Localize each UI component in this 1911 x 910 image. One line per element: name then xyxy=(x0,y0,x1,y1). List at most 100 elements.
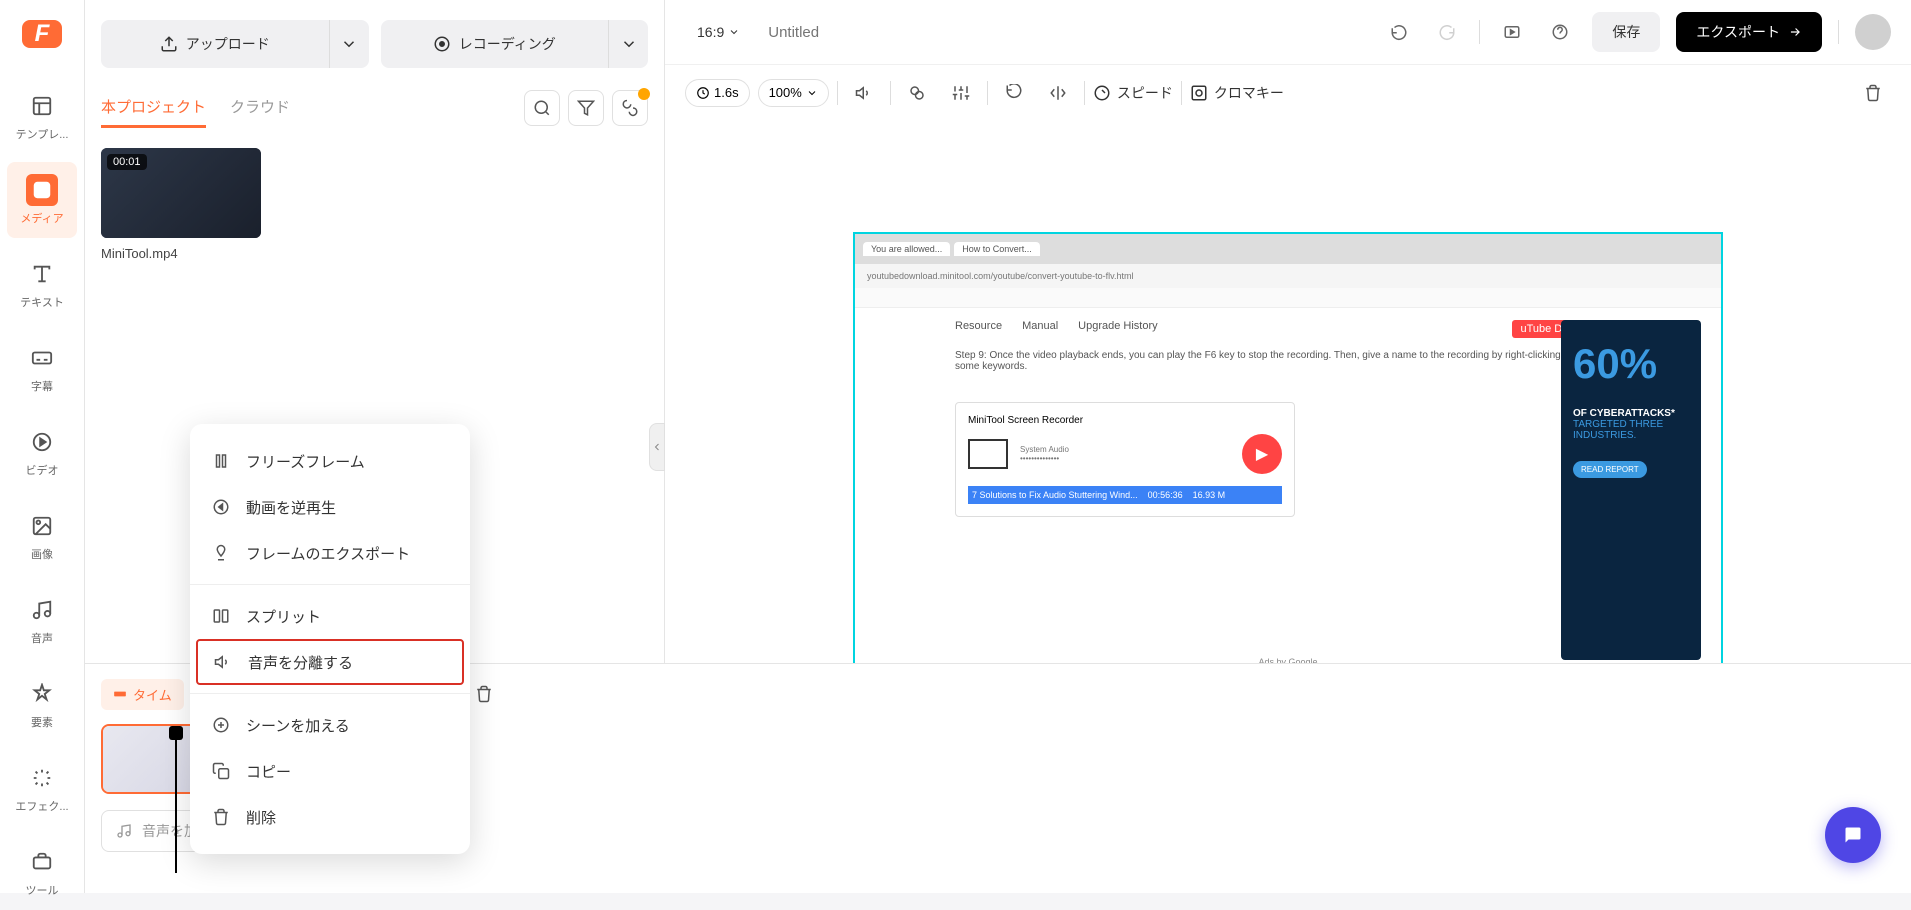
tab-cloud[interactable]: クラウド xyxy=(230,88,290,128)
nav-effects[interactable]: エフェク... xyxy=(7,750,77,826)
playhead[interactable] xyxy=(175,734,177,873)
undo-button[interactable] xyxy=(1383,16,1415,48)
duration-badge: 00:01 xyxy=(107,154,147,170)
freeze-frame-icon xyxy=(210,450,232,472)
copy-icon xyxy=(210,760,232,782)
bg-remove-button[interactable] xyxy=(612,90,648,126)
chromakey-button[interactable]: クロマキー xyxy=(1190,83,1284,103)
record-button[interactable]: レコーディング xyxy=(381,20,649,68)
rotate-button[interactable] xyxy=(996,75,1032,111)
divider xyxy=(987,81,988,105)
record-chevron[interactable] xyxy=(608,20,648,68)
color-button[interactable] xyxy=(899,75,935,111)
nav-template[interactable]: テンプレ... xyxy=(7,78,77,154)
redo-button[interactable] xyxy=(1431,16,1463,48)
volume-button[interactable] xyxy=(846,75,882,111)
nav-label: メディア xyxy=(15,210,69,226)
media-filename: MiniTool.mp4 xyxy=(101,246,261,261)
chevron-down-icon xyxy=(806,84,818,102)
adjust-button[interactable] xyxy=(943,75,979,111)
help-icon xyxy=(1551,23,1569,41)
collapse-panel-button[interactable] xyxy=(649,423,665,471)
menu-split[interactable]: スプリット xyxy=(190,593,470,639)
left-sidebar: F テンプレ... メディア テキスト 字幕 ビデオ 画像 音声 xyxy=(0,0,85,893)
speed-icon xyxy=(1093,84,1111,102)
nav-elements[interactable]: 要素 xyxy=(7,666,77,742)
menu-label: スプリット xyxy=(246,606,321,627)
timeline-icon xyxy=(113,685,127,703)
menu-separate-audio[interactable]: 音声を分離する xyxy=(196,639,464,685)
clip-duration-chip[interactable]: 1.6s xyxy=(685,79,750,107)
split-icon xyxy=(210,605,232,627)
nav-text[interactable]: テキスト xyxy=(7,246,77,322)
tab-project[interactable]: 本プロジェクト xyxy=(101,88,206,128)
speed-label: スピード xyxy=(1117,83,1173,103)
undo-icon xyxy=(1390,23,1408,41)
preview-mode-button[interactable] xyxy=(1496,16,1528,48)
trash-icon xyxy=(1864,84,1882,102)
menu-reverse-video[interactable]: 動画を逆再生 xyxy=(190,484,470,530)
aspect-ratio-button[interactable]: 16:9 xyxy=(685,17,752,47)
reverse-icon xyxy=(210,496,232,518)
flip-icon xyxy=(1049,84,1067,102)
timeline-delete-button[interactable] xyxy=(466,676,502,712)
nav-media[interactable]: メディア xyxy=(7,162,77,238)
playhead-handle[interactable] xyxy=(169,726,183,740)
menu-label: シーンを加える xyxy=(246,715,350,736)
save-button[interactable]: 保存 xyxy=(1592,12,1660,52)
nav-audio[interactable]: 音声 xyxy=(7,582,77,658)
search-button[interactable] xyxy=(524,90,560,126)
timeline-label: タイム xyxy=(133,685,172,704)
media-item[interactable]: 00:01 MiniTool.mp4 xyxy=(101,148,261,261)
circles-icon xyxy=(908,84,926,102)
media-icon xyxy=(26,174,58,206)
menu-label: フリーズフレーム xyxy=(246,451,365,472)
user-avatar[interactable] xyxy=(1855,14,1891,50)
nav-label: 字幕 xyxy=(15,378,69,394)
menu-freeze-frame[interactable]: フリーズフレーム xyxy=(190,438,470,484)
volume-icon xyxy=(855,84,873,102)
speed-button[interactable]: スピード xyxy=(1093,83,1173,103)
zoom-chip[interactable]: 100% xyxy=(758,79,829,107)
divider xyxy=(890,81,891,105)
upload-button[interactable]: アップロード xyxy=(101,20,369,68)
nav-label: エフェク... xyxy=(15,798,69,814)
music-icon xyxy=(116,822,132,840)
menu-export-frame[interactable]: フレームのエクスポート xyxy=(190,530,470,576)
preview-frame: You are allowed... How to Convert... you… xyxy=(853,232,1723,722)
chat-fab-button[interactable] xyxy=(1825,807,1881,863)
menu-copy[interactable]: コピー xyxy=(190,748,470,794)
nav-image[interactable]: 画像 xyxy=(7,498,77,574)
recorder-window: MiniTool Screen Recorder System Audio•••… xyxy=(955,402,1295,517)
nav-label: 要素 xyxy=(15,714,69,730)
menu-label: 音声を分離する xyxy=(248,652,353,673)
export-button[interactable]: エクスポート xyxy=(1676,12,1822,52)
sliders-icon xyxy=(952,84,970,102)
menu-label: 削除 xyxy=(246,807,276,828)
filter-button[interactable] xyxy=(568,90,604,126)
menu-add-scene[interactable]: シーンを加える xyxy=(190,702,470,748)
divider xyxy=(1838,20,1839,44)
text-icon xyxy=(26,258,58,290)
export-label: エクスポート xyxy=(1696,22,1780,42)
divider xyxy=(1181,81,1182,105)
menu-delete[interactable]: 削除 xyxy=(190,794,470,840)
trash-icon xyxy=(475,685,493,703)
bg-remove-icon xyxy=(621,99,639,117)
upload-chevron[interactable] xyxy=(329,20,369,68)
delete-clip-button[interactable] xyxy=(1855,75,1891,111)
menu-label: フレームのエクスポート xyxy=(246,543,410,564)
tools-icon xyxy=(26,846,58,878)
help-button[interactable] xyxy=(1544,16,1576,48)
flip-button[interactable] xyxy=(1040,75,1076,111)
menu-divider xyxy=(190,584,470,585)
timeline-label-chip[interactable]: タイム xyxy=(101,679,184,710)
premium-badge-icon xyxy=(638,88,650,100)
record-icon xyxy=(433,35,451,53)
aspect-value: 16:9 xyxy=(697,24,724,40)
nav-subtitle[interactable]: 字幕 xyxy=(7,330,77,406)
project-title-input[interactable] xyxy=(768,24,967,41)
chat-icon xyxy=(1840,826,1866,844)
nav-video[interactable]: ビデオ xyxy=(7,414,77,490)
nav-tools[interactable]: ツール xyxy=(7,834,77,910)
